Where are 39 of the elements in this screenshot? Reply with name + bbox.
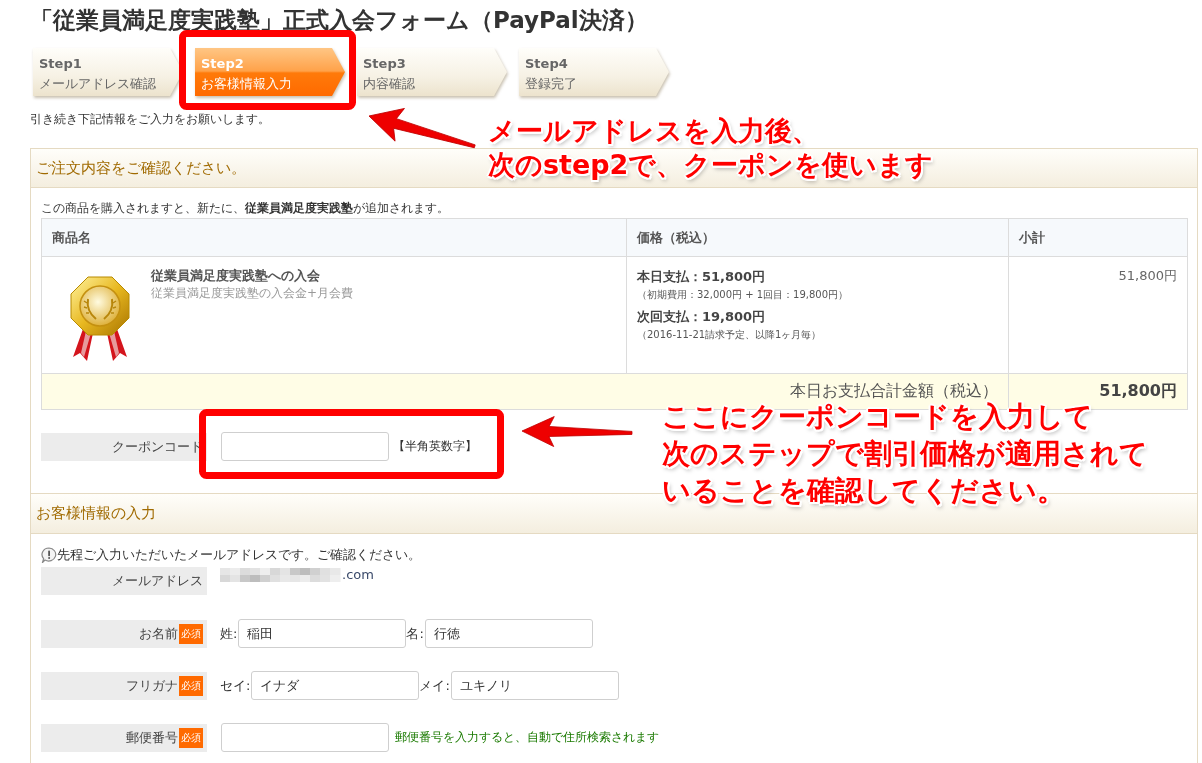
required-badge: 必須 <box>179 623 203 644</box>
field-label: お名前 <box>139 624 178 643</box>
required-badge: 必須 <box>179 675 203 696</box>
notice-text: 先程ご入力いただいたメールアドレスです。ご確認ください。 <box>57 547 421 563</box>
product-name: 従業員満足度実践塾への入会 <box>151 267 321 285</box>
step-item: Step2 お客様情報入力 <box>195 48 345 96</box>
field-label: 郵便番号 <box>126 728 178 747</box>
field-prefix: 名: <box>406 624 424 643</box>
step-item: Step3 内容確認 <box>357 48 507 96</box>
text-input[interactable]: イナダ <box>251 671 420 700</box>
intro-text: 引き続き下記情報をご入力をお願いします。 <box>30 112 271 126</box>
price-detail: （初期費用：32,000円 + 1回目：19,800円） <box>637 288 850 302</box>
order-note: この商品を購入されますと、新たに、従業員満足度実践塾が追加されます。 <box>41 200 450 216</box>
price-amount: 次回支払：19,800円 <box>637 308 767 326</box>
info-icon <box>41 547 57 563</box>
price-amount: 本日支払：51,800円 <box>637 268 767 286</box>
field-prefix: メイ: <box>419 676 450 695</box>
field-prefix: 姓: <box>220 624 238 643</box>
step-item: Step4 登録完了 <box>519 48 669 96</box>
text-input[interactable]: 稲田 <box>238 619 407 648</box>
field-label: フリガナ <box>126 676 178 695</box>
column-header: 商品名 <box>41 218 627 257</box>
field-prefix: セイ: <box>220 676 251 695</box>
field-label: メールアドレス <box>112 572 203 590</box>
column-header: 価格（税込） <box>626 218 1009 257</box>
column-header: 小計 <box>1008 218 1188 257</box>
input-hint: 【半角英数字】 <box>393 438 477 455</box>
callout-text: メールアドレスを入力後、 次のstep2で、クーポンを使います <box>488 114 934 182</box>
medal-icon <box>69 273 131 361</box>
price-detail: （2016-11-21請求予定、以降1ヶ月毎） <box>637 328 823 342</box>
text-input[interactable] <box>221 723 389 752</box>
text-input[interactable]: ユキノリ <box>450 671 619 700</box>
email-value: .com <box>342 568 374 582</box>
text-input[interactable]: 行徳 <box>424 619 593 648</box>
required-badge: 必須 <box>179 727 203 748</box>
input-help: 郵便番号を入力すると、自動で住所検索されます <box>395 729 659 746</box>
coupon-input[interactable] <box>221 432 389 461</box>
product-description: 従業員満足度実践塾の入会金+月会費 <box>151 285 354 301</box>
table-cell: 51,800円 <box>1008 256 1188 374</box>
